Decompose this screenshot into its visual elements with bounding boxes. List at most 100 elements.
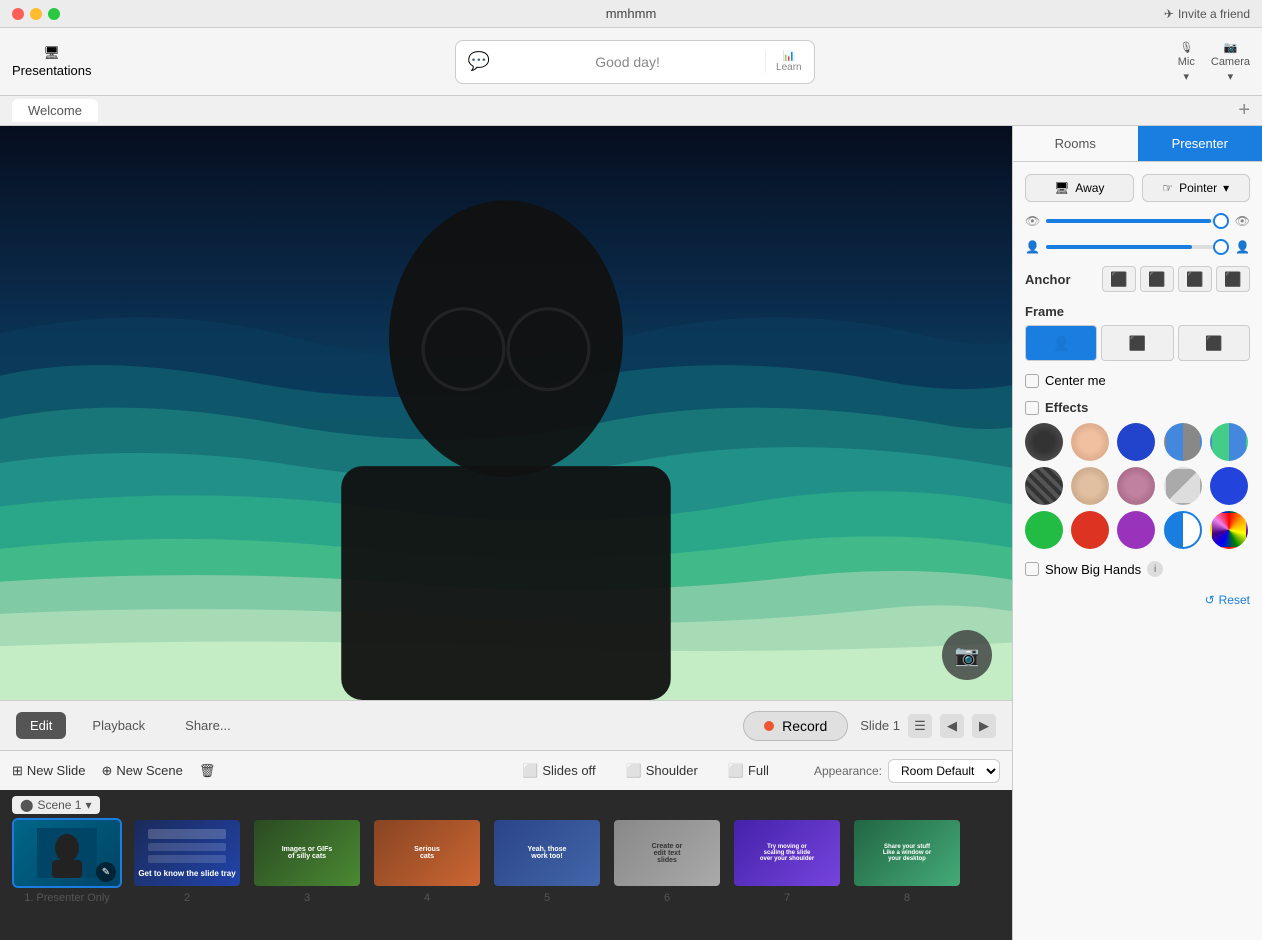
new-scene-button[interactable]: ⊕ New Scene (101, 763, 182, 779)
opacity-high-icon: 👁 (1235, 214, 1250, 228)
size-thumb[interactable] (1213, 239, 1229, 255)
titlebar-right: ✈ Invite a friend (1164, 7, 1250, 21)
effect-dark-button[interactable] (1025, 423, 1063, 461)
shoulder-button[interactable]: ⬜ Shoulder (613, 758, 711, 784)
slide-thumbnail[interactable]: ✎ (12, 818, 122, 888)
big-hands-checkbox[interactable] (1025, 562, 1039, 576)
rooms-tab[interactable]: Rooms (1013, 126, 1138, 161)
address-bar[interactable]: 💬 Good day! 📊 Learn (455, 40, 815, 84)
prev-slide-button[interactable]: ◀ (940, 714, 964, 738)
effect-warm-button[interactable] (1071, 467, 1109, 505)
effect-rainbow-button[interactable] (1210, 511, 1248, 549)
invite-friend-button[interactable]: ✈ Invite a friend (1164, 7, 1250, 21)
slide-thumb-bg: Images or GIFsof silly cats (254, 820, 360, 886)
anchor-bottomright-button[interactable]: ⬛ (1216, 266, 1250, 292)
slide-item[interactable]: Try moving orscaling the slideover your … (732, 818, 842, 904)
effect-split-button[interactable] (1164, 423, 1202, 461)
slide-item[interactable]: Get to know the slide tray 2 (132, 818, 242, 904)
appearance-select[interactable]: Room Default (888, 759, 1000, 783)
away-icon: 🖥 (1054, 181, 1069, 195)
slide-item[interactable]: Yeah, thosework too! 5 (492, 818, 602, 904)
effect-red-button[interactable] (1071, 511, 1109, 549)
scene-row-label: ⬤ Scene 1 ▾ (0, 790, 1012, 818)
add-tab-button[interactable]: + (1238, 99, 1250, 122)
big-hands-info-icon[interactable]: i (1147, 561, 1163, 577)
size-slider[interactable] (1046, 245, 1229, 249)
edit-tab[interactable]: Edit (16, 712, 66, 739)
anchor-row: Anchor ⬛ ⬛ ⬛ ⬛ (1025, 266, 1250, 292)
frame-person-button[interactable]: 👤 (1025, 325, 1097, 361)
slide-item[interactable]: Create oredit textslides 6 (612, 818, 722, 904)
effect-grey-button[interactable] (1164, 467, 1202, 505)
minimize-button[interactable] (30, 8, 42, 20)
appearance-section: Appearance: Room Default (814, 759, 1000, 783)
presentations-button[interactable]: 🖥 Presentations (12, 45, 92, 78)
tab-welcome[interactable]: Welcome (12, 99, 98, 122)
effect-pink-button[interactable] (1117, 467, 1155, 505)
big-hands-row: Show Big Hands i (1025, 561, 1250, 577)
close-button[interactable] (12, 8, 24, 20)
anchor-topright-button[interactable]: ⬛ (1140, 266, 1174, 292)
content-area: 📷 Edit Playback Share... Record Slide 1 … (0, 126, 1012, 940)
slide-thumbnail[interactable]: Try moving orscaling the slideover your … (732, 818, 842, 888)
share-tab[interactable]: Share... (171, 712, 245, 739)
slide-label: 3 (304, 892, 310, 904)
mic-control[interactable]: 🎙 Mic ▾ (1178, 41, 1195, 83)
new-slide-button[interactable]: ⊞ New Slide (12, 763, 85, 779)
slide-thumbnail[interactable]: Get to know the slide tray (132, 818, 242, 888)
frame-full-button[interactable]: ⬛ (1101, 325, 1173, 361)
edit-bar: Edit Playback Share... Record Slide 1 ☰ … (0, 700, 1012, 750)
slide-menu-button[interactable]: ☰ (908, 714, 932, 738)
center-me-row: Center me (1025, 373, 1250, 388)
effect-halftone-button[interactable] (1117, 423, 1155, 461)
effect-green-split-button[interactable] (1210, 423, 1248, 461)
presenter-tab[interactable]: Presenter (1138, 126, 1262, 161)
slide-thumbnail[interactable]: Share your stuffLike a window oryour des… (852, 818, 962, 888)
camera-overlay-area: 📷 (942, 630, 992, 680)
away-pointer-row: 🖥 Away ☞ Pointer ▾ (1025, 174, 1250, 202)
pointer-dropdown-icon: ▾ (1223, 181, 1229, 195)
delete-button[interactable]: 🗑 (199, 763, 216, 779)
slide-item[interactable]: Seriouscats 4 (372, 818, 482, 904)
playback-tab[interactable]: Playback (78, 712, 159, 739)
camera-control[interactable]: 📷 Camera ▾ (1211, 41, 1250, 83)
effect-stripe-button[interactable] (1025, 467, 1063, 505)
scene-badge[interactable]: ⬤ Scene 1 ▾ (12, 796, 100, 814)
center-me-checkbox[interactable] (1025, 374, 1039, 388)
slide-thumbnail[interactable]: Seriouscats (372, 818, 482, 888)
full-button[interactable]: ⬜ Full (715, 758, 782, 784)
camera-dropdown-icon[interactable]: ▾ (1228, 70, 1234, 83)
slide-item[interactable]: Share your stuffLike a window oryour des… (852, 818, 962, 904)
opacity-slider[interactable] (1046, 219, 1229, 223)
slides-off-button[interactable]: ⬜ Slides off (509, 758, 608, 784)
anchor-topleft-button[interactable]: ⬛ (1102, 266, 1136, 292)
pointer-button[interactable]: ☞ Pointer ▾ (1142, 174, 1251, 202)
slide-thumbnail[interactable]: Yeah, thosework too! (492, 818, 602, 888)
slide-thumbnail[interactable]: Images or GIFsof silly cats (252, 818, 362, 888)
chat-icon: 💬 (468, 51, 490, 72)
away-button[interactable]: 🖥 Away (1025, 174, 1134, 202)
panel-tabs: Rooms Presenter (1013, 126, 1262, 162)
camera-position-button[interactable]: 📷 (942, 630, 992, 680)
frame-custom-button[interactable]: ⬛ (1178, 325, 1250, 361)
panel-content: 🖥 Away ☞ Pointer ▾ 👁 👁 (1013, 162, 1262, 619)
effect-skin-button[interactable] (1071, 423, 1109, 461)
reset-button[interactable]: ↺ Reset (1205, 593, 1250, 607)
next-slide-button[interactable]: ▶ (972, 714, 996, 738)
maximize-button[interactable] (48, 8, 60, 20)
effect-blue-button[interactable] (1210, 467, 1248, 505)
record-button[interactable]: Record (743, 711, 848, 741)
slide-label: 1. Presenter Only (24, 892, 110, 904)
opacity-thumb[interactable] (1213, 213, 1229, 229)
slide-item[interactable]: Images or GIFsof silly cats 3 (252, 818, 362, 904)
effect-toggle-button[interactable] (1164, 511, 1202, 549)
anchor-bottomleft-button[interactable]: ⬛ (1178, 266, 1212, 292)
slide-item[interactable]: ✎ 1. Presenter Only (12, 818, 122, 904)
mic-dropdown-icon[interactable]: ▾ (1184, 70, 1190, 83)
slide-thumbnail[interactable]: Create oredit textslides (612, 818, 722, 888)
effect-green-button[interactable] (1025, 511, 1063, 549)
effects-section: Effects (1025, 400, 1250, 549)
effect-purple-button[interactable] (1117, 511, 1155, 549)
effects-checkbox[interactable] (1025, 401, 1039, 415)
learn-button[interactable]: 📊 Learn (765, 51, 802, 73)
